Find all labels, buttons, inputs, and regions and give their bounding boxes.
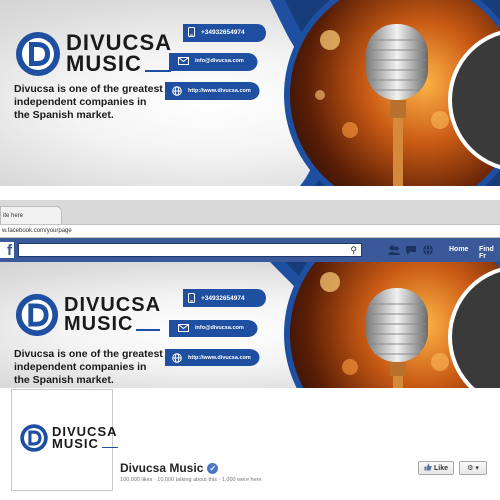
mail-icon (178, 324, 189, 332)
notifications-globe-icon[interactable] (422, 243, 434, 256)
search-icon[interactable]: ⚲ (350, 245, 357, 256)
brand-underline (101, 446, 118, 449)
globe-icon (172, 86, 182, 96)
profile-picture[interactable]: DIVUCSA MUSIC (11, 389, 118, 491)
globe-icon (172, 353, 182, 363)
like-button[interactable]: Like (418, 461, 454, 475)
settings-dropdown-button[interactable]: ⚙ ▾ (459, 461, 487, 475)
brand-underline (136, 329, 161, 331)
website-url: http://www.divucsa.com (188, 88, 251, 94)
notification-icons (388, 243, 434, 256)
caret-down-icon: ▾ (475, 465, 479, 472)
contact-phone: +34932654974 (188, 27, 245, 37)
page-title[interactable]: Divucsa Music (120, 461, 203, 475)
nav-find-friends-link[interactable]: Find Fr (479, 246, 500, 260)
logo-d-icon (20, 424, 48, 452)
like-label: Like (433, 464, 448, 472)
email-address: info@divucsa.com (195, 325, 244, 331)
brand-line2: MUSIC (66, 51, 142, 76)
facebook-header: f ⚲ Home Find Fr (0, 238, 500, 263)
email-address: info@divucsa.com (195, 58, 244, 64)
gear-icon: ⚙ (467, 465, 474, 472)
facebook-logo[interactable]: f (0, 242, 14, 259)
phone-number: +34932654974 (201, 28, 245, 36)
tagline: Divucsa is one of the greatest independe… (14, 83, 163, 121)
website-url: http://www.divucsa.com (188, 355, 251, 361)
messages-icon[interactable] (405, 243, 417, 255)
logo-d-icon (15, 293, 59, 337)
facebook-cover-photo[interactable]: DIVUCSA MUSIC Divucsa is one of the grea… (0, 262, 500, 388)
phone-icon (188, 293, 195, 303)
friend-requests-icon[interactable] (388, 243, 400, 255)
brand-line2: MUSIC (64, 313, 134, 335)
contact-email: info@divucsa.com (178, 57, 244, 65)
profile-logo: DIVUCSA MUSIC (19, 423, 118, 453)
brand-logo-small: DIVUCSA MUSIC (14, 292, 161, 338)
tagline: Divucsa is one of the greatest independe… (14, 348, 163, 386)
phone-icon (188, 27, 195, 37)
brand-line2: MUSIC (52, 436, 99, 451)
logo-d-icon (16, 32, 60, 76)
contact-website: http://www.divucsa.com (172, 353, 251, 363)
address-bar[interactable]: w.facebook.com/yourpage (0, 224, 500, 238)
verified-check-icon: ✓ (207, 462, 219, 474)
cover-photo-preview: DIVUCSA MUSIC Divucsa is one of the grea… (0, 0, 500, 186)
page-stats: 100,000 likes · 10,000 talking about thi… (120, 477, 262, 483)
brand-logo: DIVUCSA MUSIC (14, 30, 172, 78)
facebook-search-input[interactable]: ⚲ (18, 243, 362, 257)
mail-icon (178, 57, 189, 65)
contact-email: info@divucsa.com (178, 324, 244, 332)
page-name: Divucsa Music ✓ (120, 461, 219, 475)
contact-phone: +34932654974 (188, 293, 245, 303)
spacer (0, 186, 500, 200)
thumbs-up-icon (424, 463, 432, 473)
phone-number: +34932654974 (201, 294, 245, 302)
browser-tab[interactable]: ite here (0, 206, 62, 224)
nav-home-link[interactable]: Home (449, 246, 468, 253)
contact-website: http://www.divucsa.com (172, 86, 251, 96)
